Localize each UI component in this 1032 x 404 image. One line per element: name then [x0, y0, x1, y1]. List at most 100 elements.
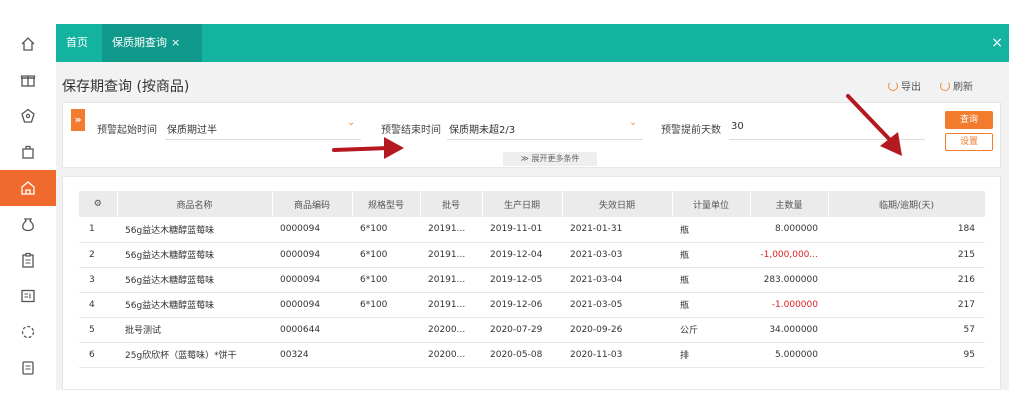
- document-icon[interactable]: [0, 350, 56, 386]
- cell-prod-date: 2019-12-05: [482, 267, 562, 293]
- start-select[interactable]: 保质期过半: [167, 121, 217, 136]
- column-header[interactable]: 商品名称: [117, 191, 273, 217]
- cell-qty: 8.000000: [750, 217, 828, 243]
- cell-exp-date: 2021-03-04: [562, 267, 672, 293]
- cell-spec: 6*100: [352, 292, 420, 318]
- cell-spec: [352, 317, 420, 343]
- main-content: 保存期查询 (按商品) 导出 刷新 » 预警起始时间 保质期过半 ⌄ 预警结束时…: [56, 62, 1009, 390]
- end-select[interactable]: 保质期未超2/3: [449, 121, 515, 136]
- cell-prod-date: 2019-12-06: [482, 292, 562, 318]
- bag-icon[interactable]: [0, 134, 56, 170]
- table-header-row: ⚙ 商品名称 商品编码 规格型号 批号 生产日期 失效日期 计量单位 主数量 临…: [79, 191, 986, 217]
- cell-batch: 20200...: [420, 317, 482, 343]
- cell-batch: 20191...: [420, 292, 482, 318]
- cell-code: 0000644: [272, 317, 352, 343]
- column-header[interactable]: 规格型号: [352, 191, 421, 217]
- cell-code: 0000094: [272, 267, 352, 293]
- cell-batch: 20191...: [420, 217, 482, 243]
- cell-exp-date: 2021-01-31: [562, 217, 672, 243]
- row-index: 3: [79, 267, 117, 293]
- cell-spec: [352, 342, 420, 368]
- end-label: 预警结束时间: [381, 125, 441, 136]
- cell-qty: 5.000000: [750, 342, 828, 368]
- tab-shelf-life-query[interactable]: 保质期查询 ×: [102, 24, 202, 62]
- tab-label: 保质期查询: [112, 36, 167, 49]
- cell-unit: 瓶: [672, 217, 750, 243]
- refresh-label: 刷新: [953, 82, 973, 93]
- table-row[interactable]: 5 批号测试 0000644 20200... 2020-07-29 2020-…: [79, 317, 985, 343]
- cell-unit: 公斤: [672, 317, 750, 343]
- cell-unit: 瓶: [672, 292, 750, 318]
- table-row[interactable]: 3 56g益达木糖醇蓝莓味 0000094 6*100 20191... 201…: [79, 267, 985, 293]
- cell-spec: 6*100: [352, 217, 420, 243]
- column-header[interactable]: 主数量: [750, 191, 829, 217]
- cell-name: 56g益达木糖醇蓝莓味: [117, 292, 272, 318]
- column-settings-icon[interactable]: ⚙: [79, 191, 118, 217]
- expand-filter-button[interactable]: »: [71, 109, 85, 131]
- table-row[interactable]: 6 25g欣欣杯（蓝莓味）*饼干 00324 20200... 2020-05-…: [79, 342, 985, 368]
- query-button[interactable]: 查询: [945, 111, 993, 129]
- table-row[interactable]: 2 56g益达木糖醇蓝莓味 0000094 6*100 20191... 201…: [79, 242, 985, 268]
- left-sidebar: [0, 24, 56, 390]
- cell-code: 0000094: [272, 217, 352, 243]
- row-index: 5: [79, 317, 117, 343]
- expand-more-conditions-button[interactable]: ≫ 展开更多条件: [503, 152, 597, 166]
- days-label: 预警提前天数: [661, 125, 721, 136]
- days-underline: [729, 139, 925, 140]
- filter-panel: » 预警起始时间 保质期过半 ⌄ 预警结束时间 保质期未超2/3 ⌄ 预警提前天…: [62, 102, 1001, 168]
- money-bag-icon[interactable]: [0, 206, 56, 242]
- cell-batch: 20191...: [420, 242, 482, 268]
- export-button[interactable]: 导出: [888, 78, 921, 93]
- column-header[interactable]: 批号: [420, 191, 483, 217]
- cell-days: 216: [828, 267, 985, 293]
- page-title: 保存期查询 (按商品): [62, 79, 190, 95]
- row-index: 6: [79, 342, 117, 368]
- loading-icon[interactable]: [0, 314, 56, 350]
- cell-days: 215: [828, 242, 985, 268]
- days-input[interactable]: 30: [731, 121, 744, 132]
- cell-name: 批号测试: [117, 317, 272, 343]
- close-all-icon[interactable]: ×: [991, 24, 1003, 62]
- cell-name: 56g益达木糖醇蓝莓味: [117, 217, 272, 243]
- cell-days: 95: [828, 342, 985, 368]
- cell-unit: 排: [672, 342, 750, 368]
- cell-unit: 瓶: [672, 242, 750, 268]
- settings-button[interactable]: 设置: [945, 133, 993, 151]
- column-header[interactable]: 计量单位: [672, 191, 751, 217]
- cell-code: 0000094: [272, 242, 352, 268]
- column-header[interactable]: 商品编码: [272, 191, 353, 217]
- cell-exp-date: 2021-03-03: [562, 242, 672, 268]
- cell-qty: 283.000000: [750, 267, 828, 293]
- close-tab-icon[interactable]: ×: [171, 36, 180, 49]
- cell-qty: -1.000000: [750, 292, 828, 318]
- tab-bar: 首页 保质期查询 × ×: [56, 24, 1009, 62]
- home-icon[interactable]: [0, 26, 56, 62]
- cell-prod-date: 2019-12-04: [482, 242, 562, 268]
- tag-icon[interactable]: [0, 98, 56, 134]
- cell-days: 57: [828, 317, 985, 343]
- start-label: 预警起始时间: [97, 125, 157, 136]
- column-header[interactable]: 失效日期: [562, 191, 673, 217]
- store-icon[interactable]: [0, 170, 56, 206]
- table-row[interactable]: 1 56g益达木糖醇蓝莓味 0000094 6*100 20191... 201…: [79, 217, 985, 243]
- gift-icon[interactable]: [0, 62, 56, 98]
- tab-home[interactable]: 首页: [56, 24, 102, 62]
- start-underline: [165, 139, 361, 140]
- cell-unit: 瓶: [672, 267, 750, 293]
- cell-spec: 6*100: [352, 242, 420, 268]
- cell-batch: 20200...: [420, 342, 482, 368]
- column-header[interactable]: 生产日期: [482, 191, 563, 217]
- report-icon[interactable]: [0, 278, 56, 314]
- cell-batch: 20191...: [420, 267, 482, 293]
- chevron-down-icon[interactable]: ⌄: [347, 117, 355, 128]
- clipboard-icon[interactable]: [0, 242, 56, 278]
- cell-name: 25g欣欣杯（蓝莓味）*饼干: [117, 342, 272, 368]
- chevron-down-icon[interactable]: ⌄: [629, 117, 637, 128]
- table-row[interactable]: 4 56g益达木糖醇蓝莓味 0000094 6*100 20191... 201…: [79, 292, 985, 318]
- refresh-icon: [940, 80, 950, 91]
- refresh-button[interactable]: 刷新: [940, 78, 973, 93]
- results-card: ⚙ 商品名称 商品编码 规格型号 批号 生产日期 失效日期 计量单位 主数量 临…: [62, 176, 1001, 390]
- cell-spec: 6*100: [352, 267, 420, 293]
- export-icon: [888, 80, 898, 91]
- column-header[interactable]: 临期/逾期(天): [828, 191, 986, 217]
